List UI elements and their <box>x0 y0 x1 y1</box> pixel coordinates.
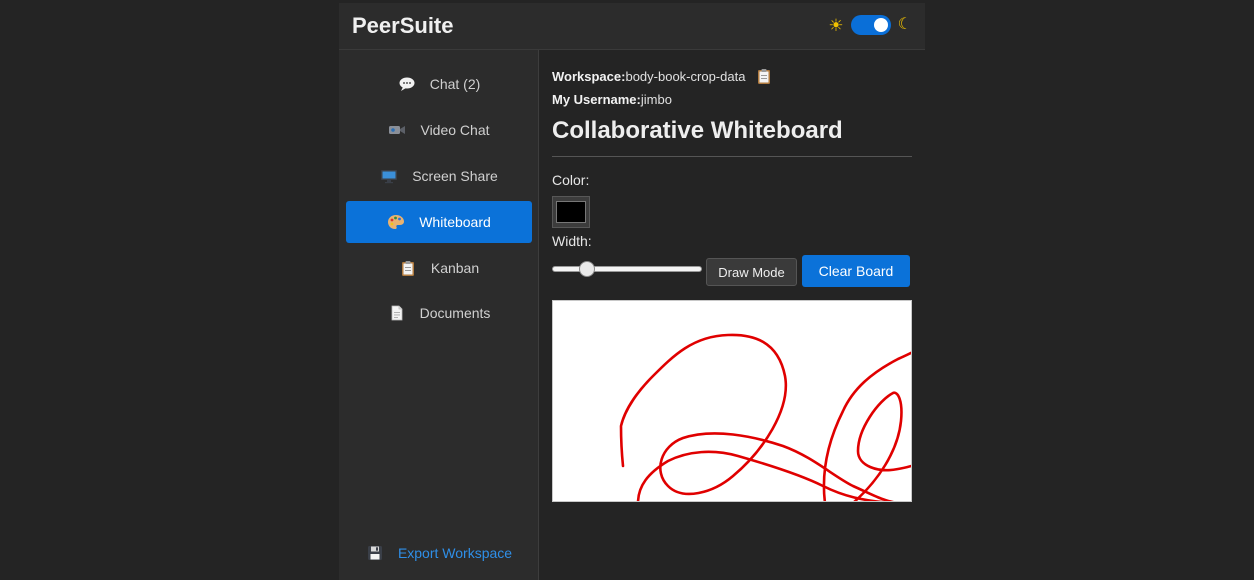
speech-bubble-icon <box>399 77 415 91</box>
width-label: Width: <box>552 233 592 249</box>
workspace-id: body-book-crop-data <box>625 69 746 84</box>
clear-board-button[interactable]: Clear Board <box>802 255 910 287</box>
slider-track <box>552 266 702 272</box>
width-slider[interactable] <box>552 261 702 277</box>
export-workspace-label: Export Workspace <box>397 545 513 561</box>
whiteboard-canvas[interactable] <box>552 300 912 502</box>
toggle-knob <box>873 18 888 32</box>
drawn-stroke <box>853 391 911 501</box>
main-content: Workspace:body-book-crop-data My Usernam… <box>552 50 912 580</box>
sidebar-item-label: Whiteboard <box>419 214 491 230</box>
sidebar-item-video-chat[interactable]: Video Chat <box>346 109 532 151</box>
floppy-disk-icon <box>367 546 382 560</box>
drawn-stroke <box>636 450 885 501</box>
username-label: My Username: <box>552 92 641 107</box>
video-camera-icon <box>389 126 406 134</box>
sidebar-item-label: Video Chat <box>420 122 490 138</box>
username-line: My Username:jimbo <box>552 92 672 107</box>
drawn-stroke <box>822 351 911 501</box>
sidebar-item-label: Chat (2) <box>429 76 481 92</box>
username-value: jimbo <box>640 92 672 107</box>
sidebar-item-label: Kanban <box>430 260 480 276</box>
workspace-line: Workspace:body-book-crop-data <box>552 68 773 84</box>
sidebar: Chat (2) Video Chat Screen Share Whitebo… <box>339 50 539 580</box>
sidebar-item-chat[interactable]: Chat (2) <box>346 63 532 105</box>
sidebar-item-screen-share[interactable]: Screen Share <box>346 155 532 197</box>
clipboard-icon <box>401 261 414 276</box>
document-icon <box>391 305 402 321</box>
app-header: PeerSuite ☀︎ ☾ <box>339 3 925 50</box>
sun-icon: ☀︎ <box>828 15 844 35</box>
monitor-icon <box>381 170 398 184</box>
page-title: Collaborative Whiteboard <box>552 117 843 144</box>
palette-icon <box>388 215 405 229</box>
color-label: Color: <box>552 172 590 188</box>
sidebar-item-kanban[interactable]: Kanban <box>346 247 532 289</box>
export-workspace-link[interactable]: Export Workspace <box>346 532 532 574</box>
app-window: PeerSuite ☀︎ ☾ Chat (2) Video Chat Scree… <box>339 3 925 580</box>
slider-thumb[interactable] <box>579 261 595 277</box>
workspace-label: Workspace: <box>552 69 626 84</box>
clipboard-copy-icon[interactable] <box>755 68 773 84</box>
moon-icon: ☾ <box>897 16 912 33</box>
theme-switcher: ☀︎ ☾ <box>828 14 912 36</box>
sidebar-item-whiteboard[interactable]: Whiteboard <box>346 201 532 243</box>
draw-mode-button[interactable]: Draw Mode <box>706 258 797 286</box>
color-picker[interactable] <box>552 196 590 228</box>
title-divider <box>552 156 912 157</box>
color-swatch <box>556 201 586 223</box>
brand-title: PeerSuite <box>352 13 454 38</box>
theme-toggle[interactable] <box>850 15 891 35</box>
sidebar-item-documents[interactable]: Documents <box>346 292 532 334</box>
sidebar-item-label: Screen Share <box>412 168 498 184</box>
sidebar-item-label: Documents <box>419 305 491 321</box>
whiteboard-drawing <box>619 333 911 501</box>
drawn-stroke <box>619 333 895 501</box>
